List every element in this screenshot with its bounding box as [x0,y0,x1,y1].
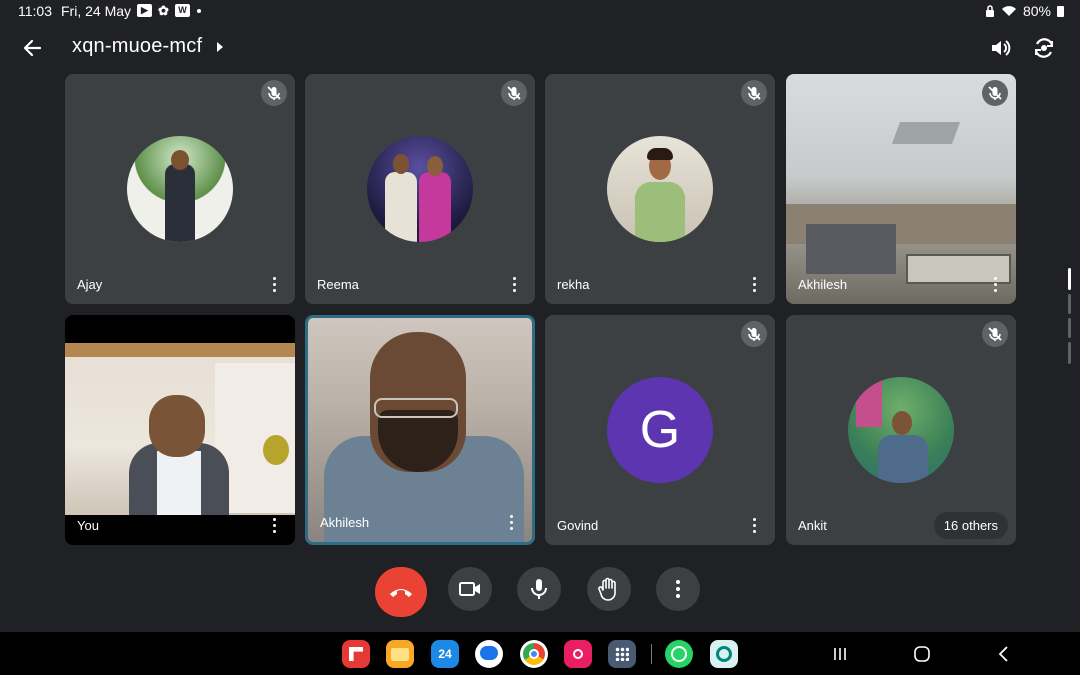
speaker-icon [992,40,1011,56]
meeting-code[interactable]: xqn-muoe-mcf [72,35,202,58]
status-date: Fri, 24 May [61,3,132,19]
switch-camera-button[interactable] [1028,32,1060,64]
chrome-app-icon[interactable] [520,640,548,668]
end-call-button[interactable] [375,567,427,617]
avatar [127,136,233,242]
more-actions-button[interactable] [656,567,700,611]
app-drawer-icon[interactable] [608,640,636,668]
app-bar: xqn-muoe-mcf [0,28,1080,68]
hand-icon [598,577,616,601]
more-options-icon[interactable] [502,512,522,532]
participant-name: You [77,518,99,533]
more-options-icon[interactable] [265,274,285,294]
notification-icons: ▶ ✿ W [137,4,201,17]
participant-tile[interactable]: rekha [545,74,775,304]
camera-app-icon[interactable] [564,640,592,668]
my-files-app-icon[interactable] [386,640,414,668]
self-view-tile[interactable]: You [65,315,295,545]
home-button[interactable] [908,640,936,668]
participant-name: Akhilesh [320,515,370,530]
avatar-initial: G [639,401,681,459]
more-options-icon[interactable] [265,515,285,535]
youtube-icon: ▶ [137,4,152,17]
participant-name: rekha [557,277,590,292]
arrow-back-icon [23,39,42,57]
video-camera-icon [459,582,480,596]
video-feed [786,74,1016,304]
more-notifications-icon [197,8,201,13]
video-feed [308,318,532,542]
w-app-icon: W [175,4,190,17]
calendar-date: 24 [438,647,452,661]
wifi-icon [1001,6,1016,16]
participant-tile[interactable]: Akhilesh [786,74,1016,304]
home-icon [914,646,930,662]
more-options-icon[interactable] [986,274,1006,294]
muted-mic-icon [501,80,527,106]
flipboard-app-icon[interactable] [342,640,370,668]
muted-mic-icon [982,321,1008,347]
avatar [848,377,954,483]
initial-avatar: G [607,377,713,483]
participant-tile[interactable]: Ajay [65,74,295,304]
participant-name: Ankit [798,518,827,533]
avatar [607,136,713,242]
participant-tile[interactable]: Ankit 16 others [786,315,1016,545]
calendar-app-icon[interactable]: 24 [431,640,459,668]
recents-icon [834,648,846,660]
microphone-toggle-button[interactable] [517,567,561,611]
avatar [367,136,473,242]
more-options-icon[interactable] [745,274,765,294]
status-bar: 11:03 Fri, 24 May ▶ ✿ W 80% [0,0,1080,24]
more-vert-icon [676,580,680,598]
more-options-icon[interactable] [505,274,525,294]
others-participants-button[interactable]: 16 others [933,512,1008,539]
audio-output-button[interactable] [984,32,1016,64]
more-options-icon[interactable] [745,515,765,535]
settings-icon: ✿ [158,3,169,18]
back-button[interactable] [18,34,48,62]
dock-divider [651,644,652,664]
status-time: 11:03 [18,3,52,19]
participant-tile[interactable]: G Govind [545,315,775,545]
muted-mic-icon [741,321,767,347]
microphone-icon [531,579,547,599]
switch-camera-icon [1034,38,1054,58]
recent-apps-button[interactable] [826,640,854,668]
raise-hand-button[interactable] [587,567,631,611]
camera-toggle-button[interactable] [448,567,492,611]
participant-tile[interactable]: Reema [305,74,535,304]
navigation-bar: 24 [0,632,1080,675]
whatsapp-app-icon[interactable] [665,640,693,668]
messages-app-icon[interactable] [475,640,503,668]
video-feed [65,343,295,515]
muted-mic-icon [261,80,287,106]
battery-percent: 80% [1022,3,1051,19]
participant-name: Govind [557,518,599,533]
chevron-left-icon [998,646,1008,662]
system-back-button[interactable] [990,640,1018,668]
active-speaker-tile[interactable]: Akhilesh [305,315,535,545]
status-right: 80% [985,3,1064,19]
lock-icon [985,5,994,17]
participant-name: Ajay [77,277,103,292]
battery-icon [1057,5,1064,17]
participant-name: Akhilesh [798,277,848,292]
caret-right-icon[interactable] [217,42,223,52]
meet-app-icon[interactable] [710,640,738,668]
hang-up-icon [390,589,412,597]
participant-name: Reema [317,277,359,292]
scroll-indicator[interactable] [1068,268,1071,364]
muted-mic-icon [741,80,767,106]
muted-mic-icon [982,80,1008,106]
